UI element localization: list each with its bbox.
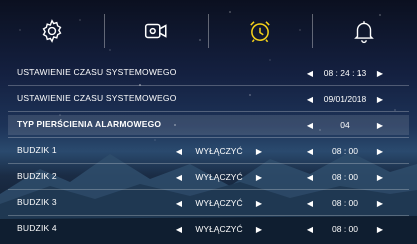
tab-video[interactable] bbox=[104, 6, 208, 56]
date-value: 09/01/2018 bbox=[323, 94, 367, 104]
right-arrow-icon[interactable]: ▶ bbox=[375, 95, 385, 104]
left-arrow-icon[interactable]: ◀ bbox=[174, 173, 184, 182]
alarm-mode-value: WYŁĄCZYĆ bbox=[195, 172, 243, 182]
ring-type-control: ◀ 04 ▶ bbox=[305, 118, 385, 132]
right-arrow-icon[interactable]: ▶ bbox=[375, 225, 385, 234]
right-arrow-icon[interactable]: ▶ bbox=[375, 173, 385, 182]
alarm-mode-control: ◀ WYŁĄCZYĆ ▶ bbox=[174, 196, 264, 210]
tab-notification[interactable] bbox=[312, 6, 416, 56]
left-arrow-icon[interactable]: ◀ bbox=[174, 225, 184, 234]
system-time-row[interactable]: USTAWIENIE CZASU SYSTEMOWEGO ◀ 08 : 24 :… bbox=[0, 60, 417, 86]
left-arrow-icon[interactable]: ◀ bbox=[305, 147, 315, 156]
alarm-time-control: ◀ 08 : 00 ▶ bbox=[305, 222, 385, 236]
alarm-settings-screen: USTAWIENIE CZASU SYSTEMOWEGO ◀ 08 : 24 :… bbox=[0, 0, 417, 244]
right-arrow-icon[interactable]: ▶ bbox=[254, 199, 264, 208]
bell-icon bbox=[354, 21, 374, 44]
alarm-mode-value: WYŁĄCZYĆ bbox=[195, 146, 243, 156]
settings-list: USTAWIENIE CZASU SYSTEMOWEGO ◀ 08 : 24 :… bbox=[0, 60, 417, 242]
alarm-time-control: ◀ 08 : 00 ▶ bbox=[305, 196, 385, 210]
right-arrow-icon[interactable]: ▶ bbox=[375, 199, 385, 208]
gear-icon bbox=[42, 19, 62, 43]
left-arrow-icon[interactable]: ◀ bbox=[305, 225, 315, 234]
date-control: ◀ 09/01/2018 ▶ bbox=[305, 92, 385, 106]
row-label: BUDZIK 1 bbox=[17, 145, 57, 155]
alarm-2-row[interactable]: BUDZIK 2 ◀ WYŁĄCZYĆ ▶ ◀ 08 : 00 ▶ bbox=[0, 164, 417, 190]
ring-type-value: 04 bbox=[340, 120, 350, 130]
right-arrow-icon[interactable]: ▶ bbox=[375, 147, 385, 156]
video-camera-icon bbox=[144, 23, 167, 39]
right-arrow-icon[interactable]: ▶ bbox=[375, 121, 385, 130]
alarm-time-value: 08 : 00 bbox=[332, 198, 358, 208]
alarm-time-value: 08 : 00 bbox=[332, 172, 358, 182]
alarm-4-row[interactable]: BUDZIK 4 ◀ WYŁĄCZYĆ ▶ ◀ 08 : 00 ▶ bbox=[0, 216, 417, 242]
system-date-row[interactable]: USTAWIENIE CZASU SYSTEMOWEGO ◀ 09/01/201… bbox=[0, 86, 417, 112]
alarm-3-row[interactable]: BUDZIK 3 ◀ WYŁĄCZYĆ ▶ ◀ 08 : 00 ▶ bbox=[0, 190, 417, 216]
alarm-time-control: ◀ 08 : 00 ▶ bbox=[305, 144, 385, 158]
row-label: BUDZIK 3 bbox=[17, 197, 57, 207]
left-arrow-icon[interactable]: ◀ bbox=[305, 121, 315, 130]
alarm-time-control: ◀ 08 : 00 ▶ bbox=[305, 170, 385, 184]
right-arrow-icon[interactable]: ▶ bbox=[254, 147, 264, 156]
alarm-mode-value: WYŁĄCZYĆ bbox=[195, 198, 243, 208]
right-arrow-icon[interactable]: ▶ bbox=[254, 225, 264, 234]
row-label: USTAWIENIE CZASU SYSTEMOWEGO bbox=[17, 67, 177, 77]
time-value: 08 : 24 : 13 bbox=[323, 68, 367, 78]
alarm-mode-control: ◀ WYŁĄCZYĆ ▶ bbox=[174, 170, 264, 184]
row-label: BUDZIK 2 bbox=[17, 171, 57, 181]
alarm-mode-control: ◀ WYŁĄCZYĆ ▶ bbox=[174, 144, 264, 158]
row-label: USTAWIENIE CZASU SYSTEMOWEGO bbox=[17, 93, 177, 103]
row-label: TYP PIERŚCIENIA ALARMOWEGO bbox=[17, 119, 162, 129]
time-control: ◀ 08 : 24 : 13 ▶ bbox=[305, 66, 385, 80]
alarm-mode-value: WYŁĄCZYĆ bbox=[195, 224, 243, 234]
left-arrow-icon[interactable]: ◀ bbox=[305, 199, 315, 208]
left-arrow-icon[interactable]: ◀ bbox=[305, 95, 315, 104]
alarm-mode-control: ◀ WYŁĄCZYĆ ▶ bbox=[174, 222, 264, 236]
left-arrow-icon[interactable]: ◀ bbox=[174, 199, 184, 208]
alarm-time-value: 08 : 00 bbox=[332, 224, 358, 234]
row-label: BUDZIK 4 bbox=[17, 223, 57, 233]
alarm-time-value: 08 : 00 bbox=[332, 146, 358, 156]
tab-alarm[interactable] bbox=[208, 6, 312, 56]
alarm-ring-type-row[interactable]: TYP PIERŚCIENIA ALARMOWEGO ◀ 04 ▶ bbox=[0, 112, 417, 138]
left-arrow-icon[interactable]: ◀ bbox=[305, 173, 315, 182]
alarm-clock-icon bbox=[250, 21, 270, 43]
left-arrow-icon[interactable]: ◀ bbox=[174, 147, 184, 156]
tab-settings[interactable] bbox=[0, 6, 104, 56]
right-arrow-icon[interactable]: ▶ bbox=[254, 173, 264, 182]
category-tab-bar bbox=[0, 0, 417, 64]
alarm-1-row[interactable]: BUDZIK 1 ◀ WYŁĄCZYĆ ▶ ◀ 08 : 00 ▶ bbox=[0, 138, 417, 164]
right-arrow-icon[interactable]: ▶ bbox=[375, 69, 385, 78]
left-arrow-icon[interactable]: ◀ bbox=[305, 69, 315, 78]
